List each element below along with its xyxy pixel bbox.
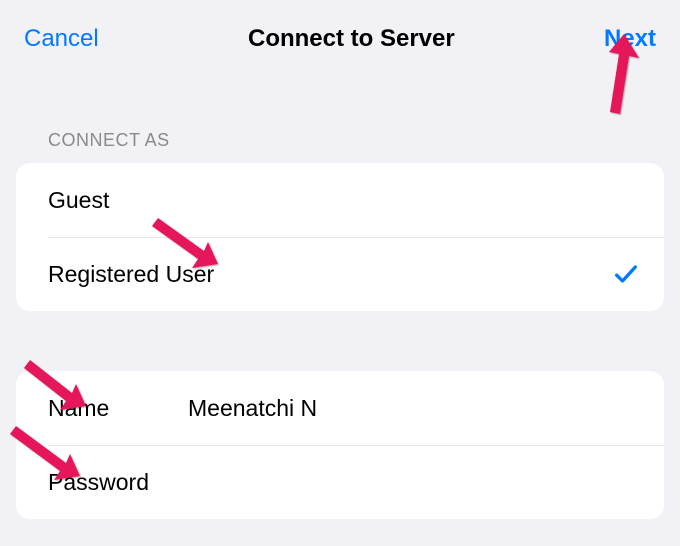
- password-label: Password: [48, 469, 188, 496]
- name-label: Name: [48, 395, 188, 422]
- name-row[interactable]: Name: [16, 371, 664, 445]
- checkmark-icon: [612, 260, 640, 288]
- cancel-button[interactable]: Cancel: [24, 25, 99, 53]
- nav-bar: Cancel Connect to Server Next: [0, 0, 680, 60]
- option-registered-user-label: Registered User: [48, 261, 214, 288]
- next-button[interactable]: Next: [604, 25, 656, 53]
- password-row[interactable]: Password: [16, 445, 664, 519]
- password-input[interactable]: [188, 469, 640, 496]
- name-input[interactable]: [188, 395, 640, 422]
- credentials-group: Name Password: [16, 371, 664, 519]
- option-guest[interactable]: Guest: [16, 163, 664, 237]
- option-registered-user[interactable]: Registered User: [16, 237, 664, 311]
- page-title: Connect to Server: [248, 25, 455, 53]
- connect-as-group: Guest Registered User: [16, 163, 664, 311]
- option-guest-label: Guest: [48, 187, 109, 214]
- connect-as-header: CONNECT AS: [0, 130, 680, 163]
